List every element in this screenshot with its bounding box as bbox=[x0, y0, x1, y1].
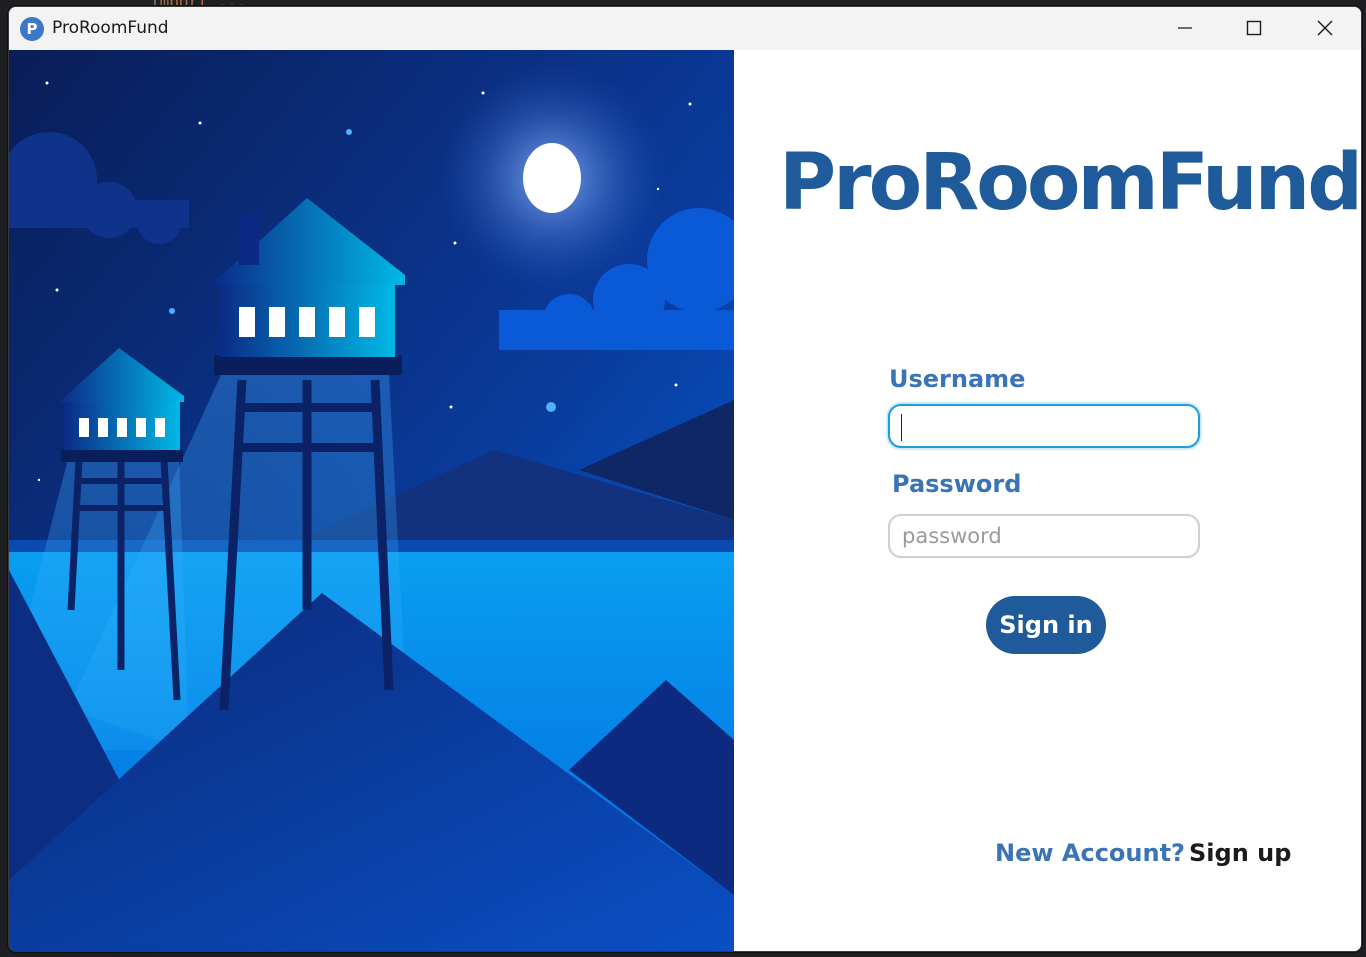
username-input[interactable] bbox=[888, 404, 1200, 448]
window-title: ProRoomFund bbox=[52, 18, 169, 38]
night-watchtower-illustration bbox=[9, 50, 734, 951]
app-window: P ProRoomFund ProRoomFund Username Passw… bbox=[8, 6, 1362, 952]
close-button[interactable] bbox=[1293, 7, 1357, 50]
login-panel: ProRoomFund Username Password Sign in Ne… bbox=[734, 50, 1361, 951]
close-icon bbox=[1317, 20, 1333, 36]
proroomfund-logo-icon: P bbox=[20, 17, 44, 41]
sign-in-button[interactable]: Sign in bbox=[986, 596, 1106, 654]
password-label: Password bbox=[892, 470, 1022, 498]
minimize-button[interactable] bbox=[1153, 7, 1217, 50]
minimize-icon bbox=[1178, 27, 1192, 29]
new-account-text: New Account? bbox=[995, 839, 1185, 867]
sign-up-link[interactable]: Sign up bbox=[1189, 839, 1291, 867]
maximize-icon bbox=[1246, 20, 1262, 36]
title-bar[interactable]: P ProRoomFund bbox=[9, 7, 1361, 50]
password-input[interactable] bbox=[888, 514, 1200, 558]
brand-title: ProRoomFund bbox=[779, 138, 1361, 228]
maximize-button[interactable] bbox=[1222, 7, 1286, 50]
text-caret bbox=[901, 414, 902, 441]
username-label: Username bbox=[889, 365, 1026, 393]
